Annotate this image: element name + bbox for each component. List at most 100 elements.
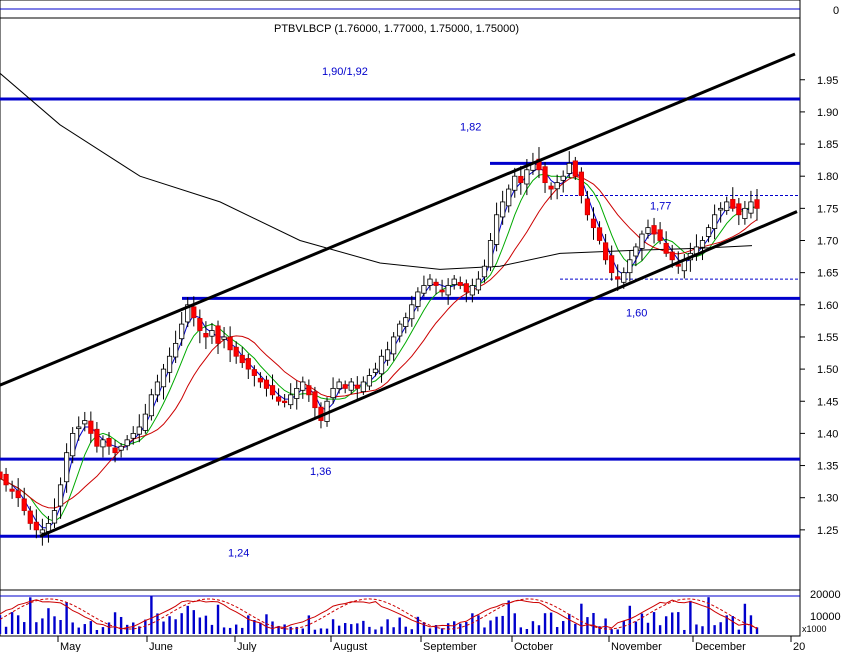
volume-bar bbox=[689, 600, 692, 634]
y-tick-label: 1.95 bbox=[817, 75, 838, 87]
candle-body bbox=[245, 358, 251, 370]
month-label: December bbox=[695, 641, 746, 652]
month-label: May bbox=[60, 641, 81, 652]
y-tick-label: 1.35 bbox=[817, 461, 838, 473]
y-tick-label: 1.25 bbox=[817, 525, 838, 537]
volume-bar bbox=[392, 627, 395, 634]
candle-body bbox=[378, 355, 385, 375]
volume-bar bbox=[356, 623, 359, 634]
candle-body bbox=[384, 349, 391, 361]
volume-bar bbox=[204, 615, 208, 634]
candle-body bbox=[300, 381, 306, 391]
volume-bar bbox=[53, 616, 56, 634]
volume-bar bbox=[89, 621, 93, 634]
volume-bar bbox=[380, 626, 383, 634]
volume-bar bbox=[640, 613, 644, 634]
candle-body bbox=[372, 368, 379, 373]
candlesticks bbox=[0, 147, 760, 546]
volume-bar bbox=[737, 629, 741, 634]
volume-bar bbox=[119, 616, 123, 634]
volume-bar bbox=[713, 625, 716, 634]
candle-body bbox=[366, 375, 373, 387]
volume-bar bbox=[586, 617, 589, 634]
volume-bar bbox=[83, 624, 86, 634]
volume-bar bbox=[731, 616, 734, 634]
candle-body bbox=[257, 377, 264, 383]
candle-body bbox=[0, 471, 3, 479]
volume-bar bbox=[198, 617, 202, 634]
volume-bar bbox=[47, 608, 50, 634]
candle-body bbox=[336, 381, 342, 390]
top-strip-label: 0 bbox=[833, 5, 839, 17]
volume-bar bbox=[616, 629, 619, 634]
candle-body bbox=[221, 336, 227, 340]
candle-body bbox=[227, 336, 233, 351]
volume-bar bbox=[398, 617, 401, 634]
volume-bar bbox=[241, 627, 244, 634]
month-label: 20 bbox=[793, 641, 805, 652]
volume-bar bbox=[531, 621, 535, 634]
candle-body bbox=[736, 203, 742, 216]
volume-bar bbox=[162, 621, 165, 634]
volume-bar bbox=[59, 619, 62, 634]
candle-body bbox=[263, 379, 270, 389]
month-label: October bbox=[514, 641, 553, 652]
candle-body bbox=[487, 240, 494, 268]
volume-bar bbox=[374, 629, 377, 634]
volume-bar bbox=[719, 622, 722, 634]
oscillator-label-10000: 10000 bbox=[810, 611, 841, 623]
month-label: July bbox=[237, 641, 257, 652]
candle-body bbox=[748, 201, 754, 214]
y-axis-ticks: 1.25 1.30 1.35 1.40 1.45 1.50 1.55 1.60 1.65 1.70… bbox=[800, 75, 838, 537]
volume-bar bbox=[652, 612, 656, 634]
volume-bar bbox=[695, 624, 698, 634]
candle-body bbox=[451, 278, 457, 285]
y-tick-label: 1.65 bbox=[817, 268, 838, 280]
candle-body bbox=[512, 175, 518, 191]
candle-body bbox=[427, 278, 433, 286]
volume-bar bbox=[483, 627, 486, 634]
candle-body bbox=[312, 391, 318, 409]
candle-body bbox=[45, 523, 52, 532]
candle-body bbox=[603, 242, 609, 261]
volume-bar bbox=[319, 628, 323, 634]
volume-bar bbox=[150, 596, 153, 634]
volume-bar bbox=[216, 604, 220, 634]
candle-body bbox=[518, 175, 524, 184]
candle-body bbox=[39, 529, 45, 534]
candle-body bbox=[506, 188, 512, 207]
candle-body bbox=[415, 291, 421, 307]
month-label: November bbox=[611, 641, 662, 652]
candle-body bbox=[403, 317, 409, 327]
volume-bar bbox=[568, 613, 571, 634]
candle-body bbox=[64, 452, 70, 483]
volume-bar bbox=[537, 625, 541, 634]
candle-body bbox=[94, 428, 100, 447]
volume-bar bbox=[192, 610, 195, 634]
candle-body bbox=[191, 306, 197, 319]
candle-body bbox=[354, 384, 360, 389]
y-tick-label: 1.45 bbox=[817, 396, 838, 408]
candle-body bbox=[209, 330, 215, 337]
candle-body bbox=[391, 336, 397, 355]
candle-body bbox=[639, 233, 645, 249]
candle-body bbox=[566, 162, 572, 174]
candle-body bbox=[421, 285, 427, 294]
candle-body bbox=[57, 484, 64, 507]
y-tick-label: 1.60 bbox=[817, 300, 838, 312]
candle-body bbox=[493, 214, 500, 245]
volume-bar bbox=[580, 603, 583, 634]
candle-body bbox=[342, 384, 348, 389]
volume-bar bbox=[634, 621, 638, 634]
volume-bar bbox=[35, 622, 38, 634]
x-axis-months: May June July August September October Novembe… bbox=[57, 636, 805, 652]
y-tick-label: 1.85 bbox=[817, 139, 838, 151]
volume-bar bbox=[368, 626, 371, 634]
volume-bar bbox=[501, 615, 504, 634]
candle-body bbox=[548, 185, 554, 190]
volume-bar bbox=[628, 605, 632, 634]
volume-bar bbox=[453, 621, 456, 634]
volume-bar bbox=[210, 624, 214, 634]
candle-body bbox=[663, 242, 669, 254]
level-label: 1,77 bbox=[650, 200, 671, 212]
